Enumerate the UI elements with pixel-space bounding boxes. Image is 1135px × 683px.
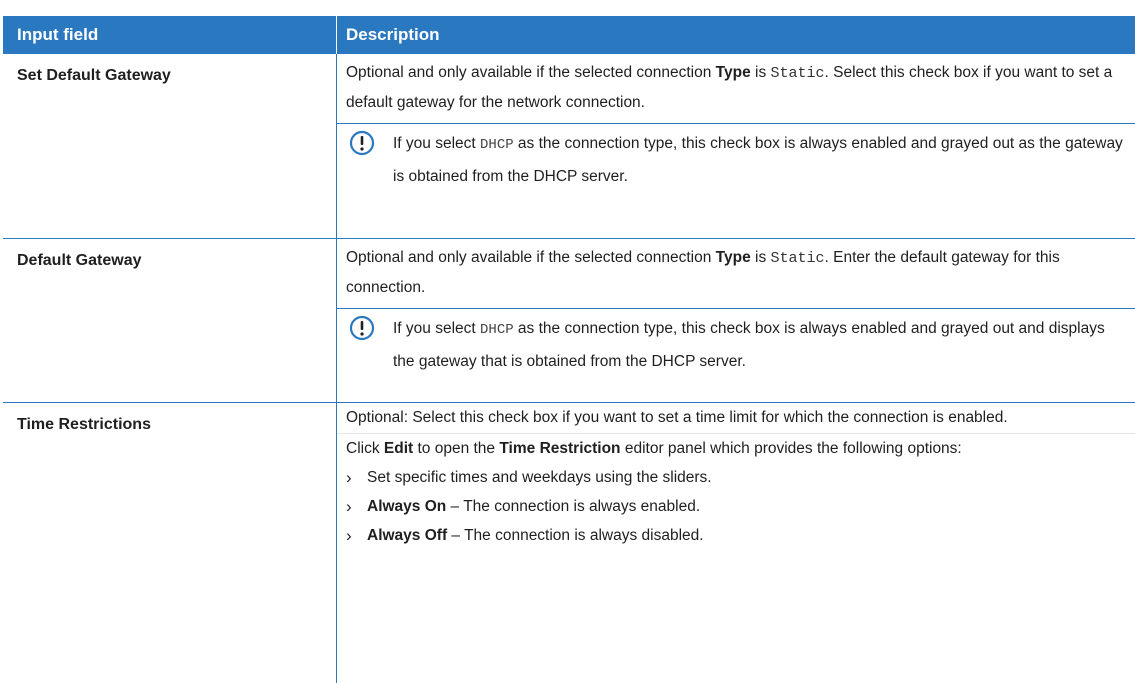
list-item-text: Set specific times and weekdays using th… [367,469,712,486]
field-description: Optional and only available if the selec… [336,54,1135,238]
table-row: Set Default Gateway Optional and only av… [3,54,1135,239]
text-run-bold: Type [715,64,751,81]
text-run: If you select [393,320,481,337]
description-text: Click Edit to open the Time Restriction … [337,433,1135,463]
parameter-table: Input field Description Set Default Gate… [3,16,1135,683]
exclamation-circle-icon [337,313,393,377]
text-run: Click [346,440,384,457]
description-text: Optional: Select this check box if you w… [346,409,1008,426]
text-run: is [750,64,771,81]
description-text: Optional and only available if the selec… [337,54,1135,117]
note-box: If you select DHCP as the connection typ… [337,308,1135,377]
description-text: Optional and only available if the selec… [337,239,1135,302]
list-item-bold: Always On [367,498,447,515]
chevron-right-icon: › [346,468,352,487]
table-row: Time Restrictions Optional: Select this … [3,403,1135,683]
text-run: is [750,249,771,266]
table-header: Input field Description [3,16,1135,54]
field-name: Set Default Gateway [17,67,171,84]
text-run: Optional and only available if the selec… [346,64,716,81]
exclamation-circle-icon [337,128,393,192]
code-value: Static [770,65,825,82]
list-item: › Always On – The connection is always e… [337,492,1135,521]
field-description: Optional: Select this check box if you w… [336,403,1135,683]
list-item-bold: Always Off [367,527,448,544]
code-value: DHCP [480,322,514,338]
field-description: Optional and only available if the selec… [336,239,1135,402]
header-input-field: Input field [17,25,99,44]
list-item: › Set specific times and weekdays using … [337,463,1135,492]
list-item: › Always Off – The connection is always … [337,521,1135,550]
field-name: Default Gateway [17,252,142,269]
note-box: If you select DHCP as the connection typ… [337,123,1135,192]
text-run: If you select [393,135,481,152]
chevron-right-icon: › [346,497,352,516]
text-run: editor panel which provides the followin… [620,440,962,457]
code-value: DHCP [480,137,514,153]
note-text: If you select DHCP as the connection typ… [393,313,1135,377]
text-run: Optional and only available if the selec… [346,249,716,266]
list-item-text: – The connection is always enabled. [446,498,701,515]
text-run-bold: Type [715,249,751,266]
note-text: If you select DHCP as the connection typ… [393,128,1135,192]
code-value: Static [770,250,825,267]
text-run-bold: Edit [383,440,414,457]
list-item-text: – The connection is always disabled. [447,527,704,544]
chevron-right-icon: › [346,526,352,545]
text-run-bold: Time Restriction [499,440,621,457]
field-name: Time Restrictions [17,416,151,433]
table-row: Default Gateway Optional and only availa… [3,239,1135,403]
header-description: Description [336,16,1135,54]
text-run: to open the [413,440,500,457]
